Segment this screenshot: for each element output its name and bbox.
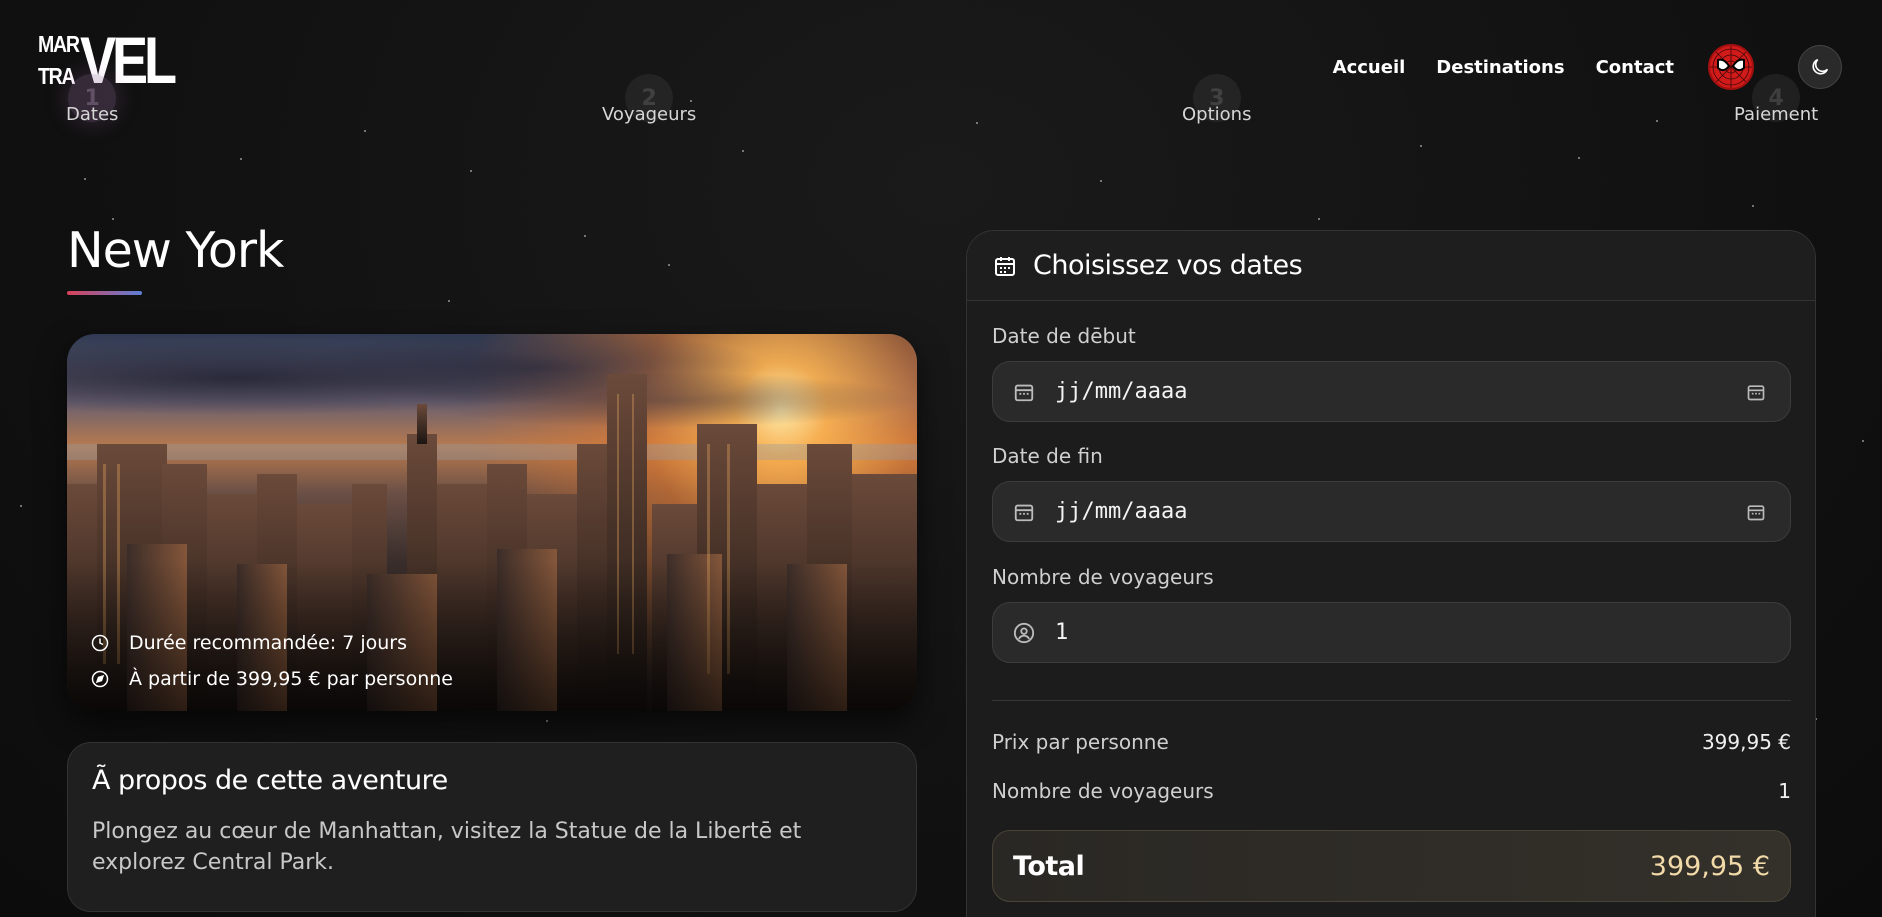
- total-label: Total: [1013, 850, 1085, 882]
- destination-image: Durée recommandée: 7 jours À partir de 3…: [67, 334, 917, 711]
- start-date-value: jj/mm/aaaa: [1055, 379, 1188, 404]
- step-label: Voyageurs: [602, 104, 697, 125]
- nav-contact[interactable]: Contact: [1596, 57, 1674, 78]
- traveler-count-label: Nombre de voyageurs: [992, 779, 1214, 803]
- compass-icon: [91, 670, 109, 688]
- price-from-info: À partir de 399,95 € par personne: [91, 668, 453, 690]
- about-title: Ã propos de cette aventure: [92, 765, 448, 796]
- traveler-count-value: 1: [1778, 779, 1791, 803]
- about-text: Plongez au cœur de Manhattan, visitez la…: [92, 819, 802, 875]
- step-label: Dates: [66, 104, 119, 125]
- duration-text: Durée recommandée: 7 jours: [129, 632, 408, 654]
- step-voyageurs[interactable]: 2 Voyageurs: [602, 74, 696, 125]
- about-card: Ã propos de cette aventure Plongez au cœ…: [67, 742, 917, 912]
- end-date-value: jj/mm/aaaa: [1055, 499, 1188, 524]
- calendar-icon: [1014, 504, 1034, 521]
- step-label: Options: [1182, 104, 1252, 125]
- step-paiement[interactable]: 4 Paiement: [1734, 74, 1818, 125]
- nav-accueil[interactable]: Accueil: [1333, 57, 1406, 78]
- price-per-person-label: Prix par personne: [992, 730, 1169, 754]
- calendar-icon: [1014, 384, 1034, 401]
- destination-title: New York: [67, 222, 284, 279]
- step-dates[interactable]: 1 Dates: [66, 74, 118, 125]
- calendar-picker-icon: [1747, 385, 1765, 401]
- clock-icon: [91, 634, 109, 652]
- traveler-count-row: Nombre de voyageurs 1: [992, 779, 1791, 803]
- start-date-label: Date de dēbut: [992, 324, 1136, 348]
- end-date-input[interactable]: jj/mm/aaaa: [992, 481, 1791, 542]
- price-per-person-row: Prix par personne 399,95 €: [992, 730, 1791, 754]
- booking-panel-header: Choisissez vos dates: [967, 231, 1815, 301]
- title-underline: [67, 291, 142, 295]
- calendar-icon: [995, 256, 1015, 276]
- calendar-picker-icon: [1747, 505, 1765, 521]
- start-date-input[interactable]: jj/mm/aaaa: [992, 361, 1791, 422]
- price-per-person-value: 399,95 €: [1701, 730, 1791, 754]
- total-value: 399,95 €: [1649, 850, 1770, 882]
- end-date-label: Date de fin: [992, 444, 1103, 468]
- step-label: Paiement: [1734, 104, 1819, 125]
- price-from-text: À partir de 399,95 € par personne: [129, 668, 453, 690]
- duration-info: Durée recommandée: 7 jours: [91, 632, 407, 654]
- user-icon: [1013, 622, 1035, 643]
- divider: [992, 700, 1791, 701]
- travelers-value: 1: [1055, 620, 1069, 645]
- travelers-label: Nombre de voyageurs: [992, 565, 1214, 589]
- nav-destinations[interactable]: Destinations: [1436, 57, 1564, 78]
- travelers-input[interactable]: 1: [992, 602, 1791, 663]
- step-options[interactable]: 3 Options: [1182, 74, 1251, 125]
- total-box: Total 399,95 €: [992, 830, 1791, 902]
- booking-title: Choisissez vos dates: [1033, 250, 1303, 281]
- booking-panel: Choisissez vos dates Date de dēbut jj/mm…: [966, 230, 1816, 917]
